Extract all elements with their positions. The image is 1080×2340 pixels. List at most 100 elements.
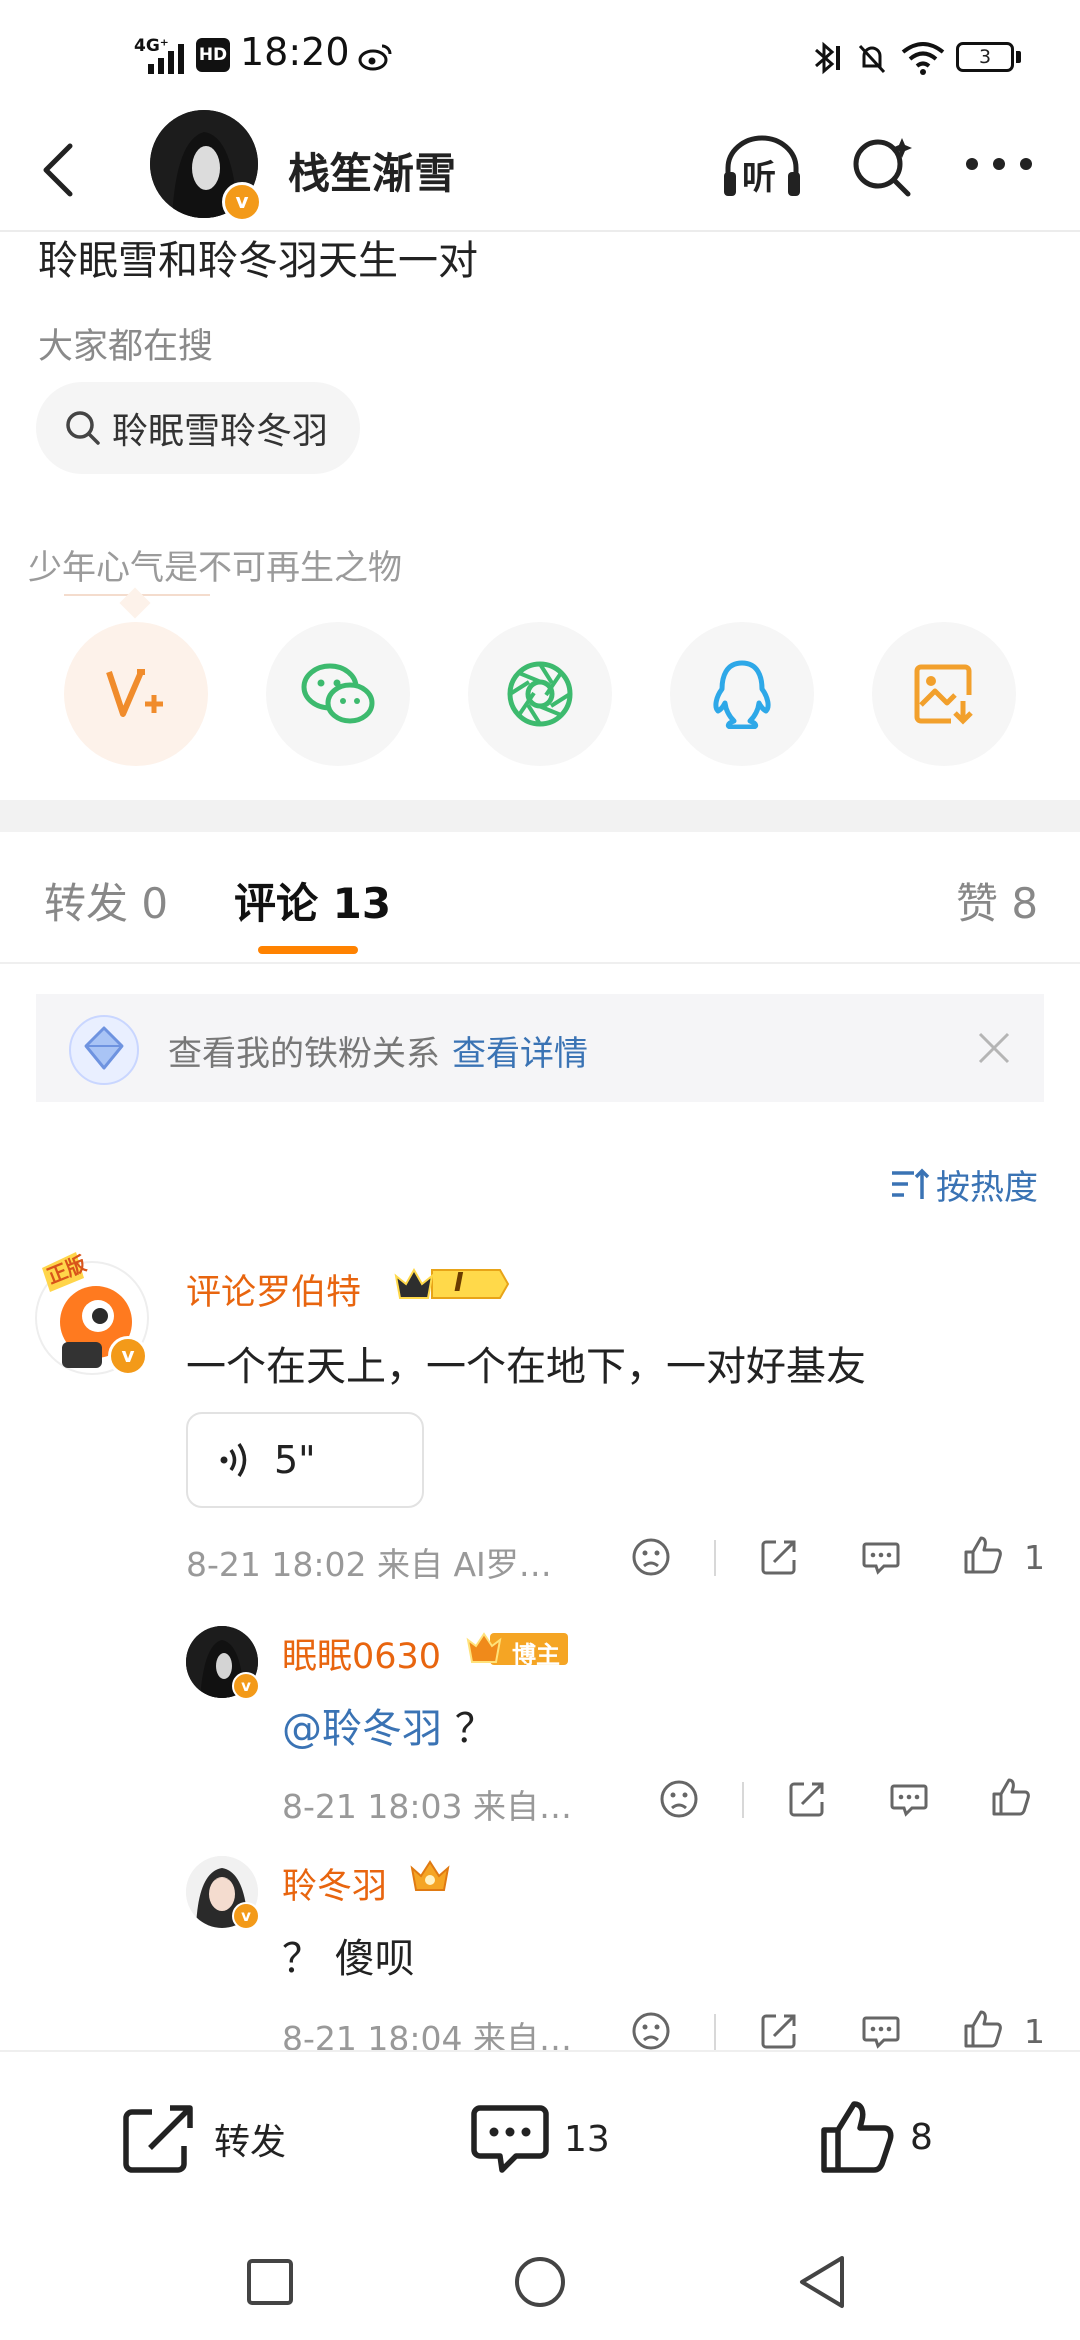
share-slogan: 少年心气是不可再生之物 (28, 548, 402, 588)
verified-badge: v (108, 1336, 148, 1376)
level-label: I (454, 1268, 464, 1298)
dislike-icon[interactable] (658, 1778, 700, 1820)
verified-badge: v (232, 1902, 260, 1930)
repost-button[interactable]: 转发 (120, 2102, 286, 2176)
signal-icon (148, 38, 192, 76)
reply-icon[interactable] (860, 2010, 902, 2052)
share-wechat-button[interactable] (266, 622, 410, 766)
top-header: v 栈笙渐雪 听 (0, 110, 1080, 232)
comment-text: 一个在天上，一个在地下，一对好基友 (186, 1344, 866, 1390)
fan-banner-text: 查看我的铁粉关系 查看详情 (168, 1026, 588, 1075)
home-icon[interactable] (514, 2256, 566, 2308)
reply-meta: 8-21 18:03 来自… (282, 1787, 572, 1826)
fan-banner-link[interactable]: 查看详情 (452, 1034, 588, 1074)
tabs-divider (0, 962, 1080, 964)
verified-badge: v (232, 1672, 260, 1700)
moments-icon (505, 659, 575, 729)
tab-likes[interactable]: 赞 8 (956, 870, 1038, 931)
dislike-icon[interactable] (630, 1536, 672, 1578)
reply-text-rest: ？ (442, 1706, 495, 1752)
active-tab-indicator (258, 946, 358, 954)
reply-icon[interactable] (888, 1778, 930, 1820)
sort-icon (890, 1167, 930, 1203)
battery-icon: 3 (956, 42, 1014, 72)
share-icon[interactable] (758, 1536, 800, 1578)
reply-author-name[interactable]: 眠眠0630 (282, 1628, 441, 1679)
comment-avatar[interactable]: 正版 v (32, 1238, 152, 1378)
battery-tip (1016, 51, 1021, 63)
status-time: 18:20 (240, 30, 350, 74)
weibo-icon (358, 40, 394, 72)
recent-apps-icon[interactable] (246, 2258, 294, 2306)
qq-icon (710, 659, 774, 729)
close-icon[interactable] (976, 1030, 1012, 1066)
tab-comments[interactable]: 评论 13 (234, 870, 391, 931)
bluetooth-icon (806, 38, 846, 78)
like-count: 1 (1024, 1538, 1045, 1577)
like-count: 1 (1024, 2012, 1045, 2051)
like-icon[interactable] (990, 1776, 1032, 1818)
commenter-name[interactable]: 评论罗伯特 (186, 1264, 361, 1315)
listen-label: 听 (742, 158, 776, 198)
share-moments-button[interactable] (468, 622, 612, 766)
share-icon[interactable] (758, 2010, 800, 2052)
post-text: 聆眠雪和聆冬羽天生一对 (38, 238, 478, 284)
tab-repost[interactable]: 转发 0 (44, 870, 168, 931)
section-gap (0, 800, 1080, 832)
share-icon[interactable] (786, 1778, 828, 1820)
share-qq-button[interactable] (670, 622, 814, 766)
comment-button[interactable]: 13 (470, 2102, 610, 2176)
crown-icon (408, 1856, 452, 1898)
system-nav-bar (0, 2222, 1080, 2340)
dislike-icon[interactable] (630, 2010, 672, 2052)
more-icon[interactable] (964, 156, 1034, 172)
listen-button[interactable]: 听 (720, 132, 804, 202)
trend-search-chip[interactable]: 聆眠雪聆冬羽 (36, 382, 361, 474)
battery-level: 3 (978, 46, 992, 68)
repost-label: 转发 (214, 2122, 287, 2163)
like-button[interactable]: 8 (818, 2098, 933, 2176)
like-icon[interactable] (962, 2008, 1004, 2050)
crown-level-badge: I (392, 1262, 512, 1306)
fan-banner-label: 查看我的铁粉关系 (168, 1034, 440, 1074)
comment-icon (470, 2102, 550, 2176)
wechat-icon (300, 661, 376, 727)
reply-icon[interactable] (860, 1536, 902, 1578)
like-count-total: 8 (910, 2116, 933, 2158)
search-icon[interactable] (850, 134, 916, 200)
diamond-icon (66, 1012, 142, 1088)
sort-label: 按热度 (936, 1168, 1038, 1208)
trend-label: 大家都在搜 (38, 327, 214, 367)
search-icon (64, 409, 102, 447)
verified-badge: v (222, 182, 262, 222)
hd-badge: HD (196, 38, 230, 72)
meta-divider (742, 1782, 744, 1818)
voice-message[interactable]: 5" (186, 1412, 424, 1508)
voice-wave-icon (218, 1440, 252, 1480)
reply-author-name[interactable]: 聆冬羽 (282, 1858, 387, 1909)
vplus-icon (101, 664, 171, 724)
meta-divider (714, 2014, 716, 2050)
blogger-badge-label: 博主 (512, 1641, 560, 1669)
back-icon[interactable] (36, 140, 82, 200)
comment-count: 13 (564, 2118, 610, 2160)
slogan-pointer (119, 587, 151, 619)
bottom-action-bar: 转发 13 8 (0, 2052, 1080, 2222)
like-icon[interactable] (962, 1534, 1004, 1576)
share-vplus-button[interactable] (64, 622, 208, 766)
reply-text: ？ 傻呗 (282, 1936, 415, 1982)
wifi-icon (900, 38, 946, 78)
like-icon (818, 2098, 896, 2176)
voice-duration: 5" (274, 1438, 316, 1482)
repost-icon (120, 2102, 198, 2176)
save-image-icon (911, 661, 977, 727)
meta-divider (714, 1540, 716, 1576)
share-save-image-button[interactable] (872, 622, 1016, 766)
mention-link[interactable]: @聆冬羽 (282, 1706, 442, 1752)
fan-relationship-banner: 查看我的铁粉关系 查看详情 (36, 994, 1044, 1102)
trend-chip-label: 聆眠雪聆冬羽 (112, 411, 329, 452)
sort-by-hot-button[interactable]: 按热度 (890, 1160, 1038, 1209)
comment-meta: 8-21 18:02 来自 AI罗… (186, 1545, 552, 1584)
back-nav-icon[interactable] (796, 2254, 848, 2310)
status-bar: 4G⁺ HD 18:20 3 (0, 0, 1080, 120)
